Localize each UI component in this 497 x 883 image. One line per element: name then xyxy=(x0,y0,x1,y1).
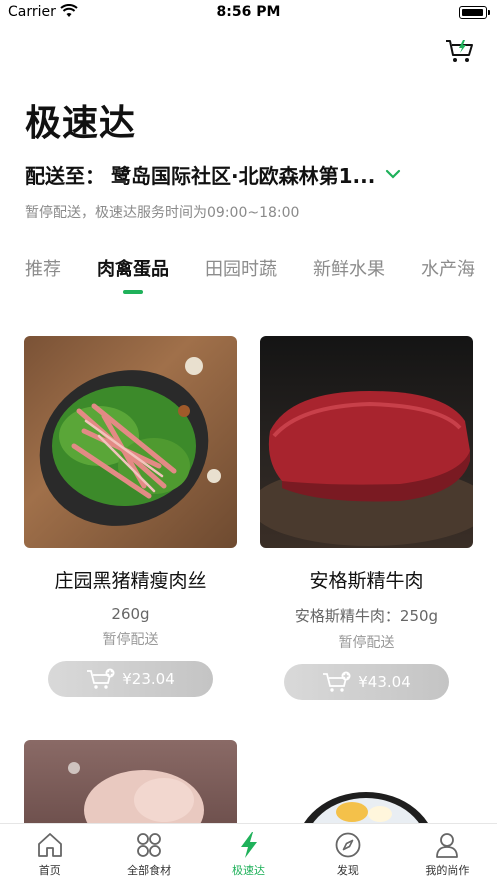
delivery-address-selector[interactable]: 配送至： 鹭岛国际社区·北欧森林第1... xyxy=(25,160,401,188)
nav-label: 发现 xyxy=(336,864,359,877)
product-card[interactable]: 庄园黑猪精瘦肉丝 260g 暂停配送 ¥23.04 xyxy=(24,336,237,697)
nav-discover[interactable]: 发现 xyxy=(298,824,397,883)
cart-add-icon xyxy=(323,671,351,692)
product-spec: 安格斯精牛肉：250g xyxy=(294,607,439,625)
clock: 8:56 PM xyxy=(216,4,281,20)
tab-seafood[interactable]: 水产海 xyxy=(421,256,475,296)
chevron-down-icon xyxy=(386,169,401,179)
product-image-beef[interactable] xyxy=(260,336,473,548)
product-image-poultry[interactable] xyxy=(24,740,237,830)
tab-recommended[interactable]: 推荐 xyxy=(25,256,61,296)
nav-express[interactable]: 极速达 xyxy=(199,824,298,883)
delivery-address: 鹭岛国际社区·北欧森林第1... xyxy=(111,163,376,188)
grid-icon xyxy=(137,833,162,857)
compass-icon xyxy=(335,832,361,858)
nav-label: 我的尚作 xyxy=(425,864,470,877)
user-icon xyxy=(436,833,459,858)
nav-label: 首页 xyxy=(38,864,61,877)
page-title: 极速达 xyxy=(25,103,137,144)
product-price: ¥43.04 xyxy=(358,673,411,691)
home-icon xyxy=(37,833,62,857)
cart-icon[interactable] xyxy=(445,38,475,66)
lightning-icon xyxy=(240,832,257,858)
cart-add-icon xyxy=(87,668,115,689)
battery-icon xyxy=(459,6,490,19)
category-tabs: 推荐 肉禽蛋品 田园时蔬 新鲜水果 水产海 xyxy=(25,256,497,296)
status-bar: Carrier 8:56 PM xyxy=(0,0,497,26)
nav-home[interactable]: 首页 xyxy=(0,824,99,883)
product-spec: 260g xyxy=(111,605,150,623)
delivery-prefix: 配送至： xyxy=(25,163,105,188)
product-image-pork[interactable] xyxy=(24,336,237,548)
tab-fruits[interactable]: 新鲜水果 xyxy=(313,256,385,296)
nav-label: 极速达 xyxy=(232,864,266,877)
product-price: ¥23.04 xyxy=(122,670,175,688)
product-status: 暂停配送 xyxy=(102,632,159,648)
service-notice: 暂停配送，极速达服务时间为09:00~18:00 xyxy=(25,205,300,221)
product-status: 暂停配送 xyxy=(338,635,395,651)
nav-profile[interactable]: 我的尚作 xyxy=(398,824,497,883)
tab-vegetables[interactable]: 田园时蔬 xyxy=(205,256,277,296)
product-card[interactable] xyxy=(24,740,237,830)
add-to-cart-button[interactable]: ¥43.04 xyxy=(284,664,449,700)
tab-meat-eggs[interactable]: 肉禽蛋品 xyxy=(97,256,169,296)
add-to-cart-button[interactable]: ¥23.04 xyxy=(48,661,213,697)
product-card[interactable]: 安格斯精牛肉 安格斯精牛肉：250g 暂停配送 ¥43.04 xyxy=(260,336,473,700)
nav-all-ingredients[interactable]: 全部食材 xyxy=(99,824,198,883)
product-name: 庄园黑猪精瘦肉丝 xyxy=(54,570,207,592)
bottom-nav: 首页 全部食材 极速达 发现 我的尚作 xyxy=(0,823,497,883)
nav-label: 全部食材 xyxy=(127,864,172,877)
product-name: 安格斯精牛肉 xyxy=(309,570,424,592)
